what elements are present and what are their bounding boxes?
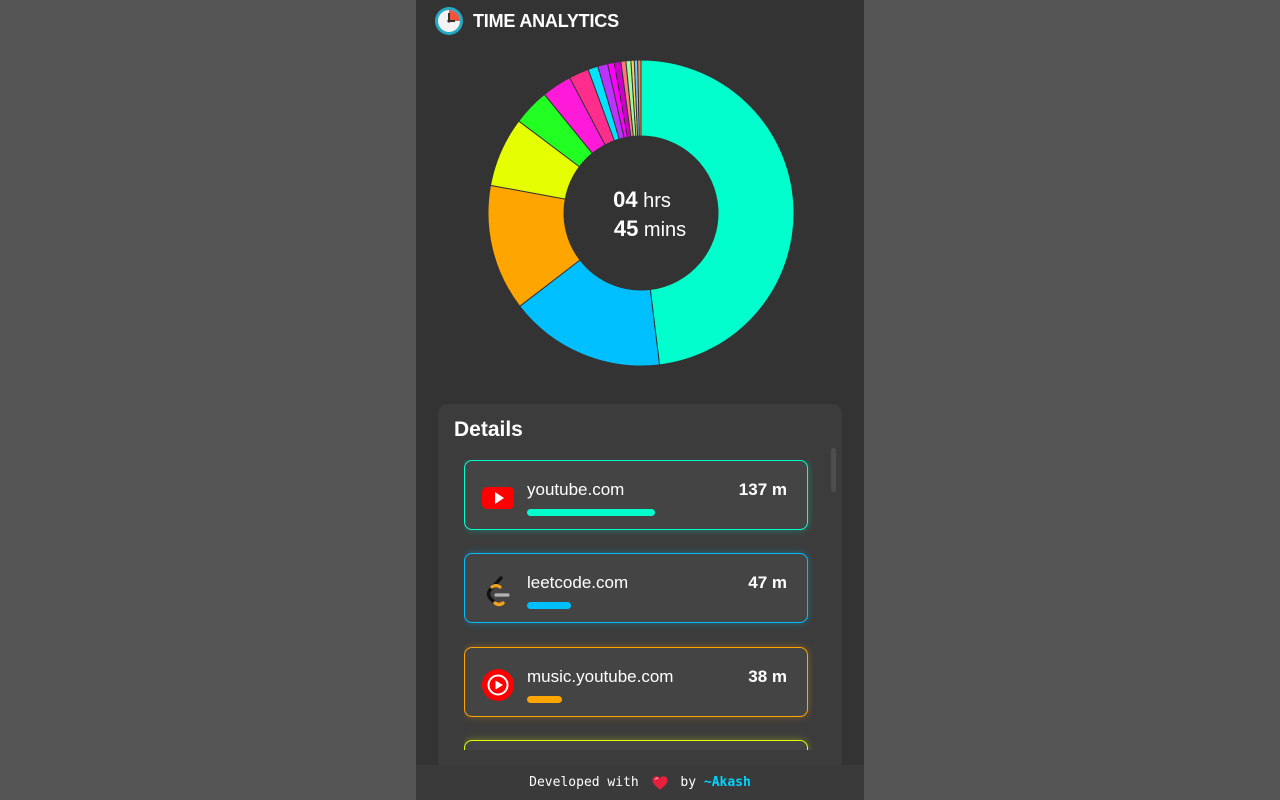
clock-icon [435, 7, 463, 35]
footer-middle: by [680, 775, 697, 790]
total-time: 04 hrs 45 mins [486, 186, 796, 244]
list-item[interactable]: leetcode.com 47 m [464, 553, 808, 623]
usage-bar [527, 509, 655, 516]
leetcode-icon [486, 576, 510, 607]
details-scrollbar[interactable] [831, 448, 836, 492]
footer-prefix: Developed with [529, 775, 639, 790]
hours-unit: hrs [643, 190, 671, 212]
mins-unit: mins [643, 219, 687, 241]
extension-popup: TIME ANALYTICS 04 hrs 45 mins Details yo… [416, 0, 864, 800]
details-list[interactable]: youtube.com 137 m leetcode.com 47 m musi… [464, 460, 814, 750]
hours-value: 04 [613, 187, 638, 212]
list-item[interactable]: music.youtube.com 38 m [464, 647, 808, 717]
youtube-music-icon [482, 669, 514, 701]
site-name: youtube.com [527, 480, 625, 499]
time-donut-chart: 04 hrs 45 mins [486, 58, 796, 368]
site-time: 38 m [748, 667, 787, 686]
details-panel: Details youtube.com 137 m leetcode.com 4… [438, 404, 842, 784]
heart-icon [652, 775, 668, 790]
author-link[interactable]: ~Akash [704, 775, 751, 790]
mins-value: 45 [613, 216, 639, 241]
footer: Developed with by ~Akash [416, 765, 864, 800]
app-header: TIME ANALYTICS [434, 6, 619, 36]
list-item[interactable]: youtube.com 137 m [464, 460, 808, 530]
list-item[interactable] [464, 740, 808, 750]
site-time: 137 m [738, 480, 787, 499]
usage-bar [527, 602, 571, 609]
site-name: leetcode.com [527, 573, 629, 592]
site-time: 47 m [748, 573, 787, 592]
site-name: music.youtube.com [527, 667, 674, 686]
app-title: TIME ANALYTICS [473, 10, 619, 31]
usage-bar [527, 696, 562, 703]
details-title: Details [454, 418, 523, 441]
youtube-icon [482, 487, 514, 509]
